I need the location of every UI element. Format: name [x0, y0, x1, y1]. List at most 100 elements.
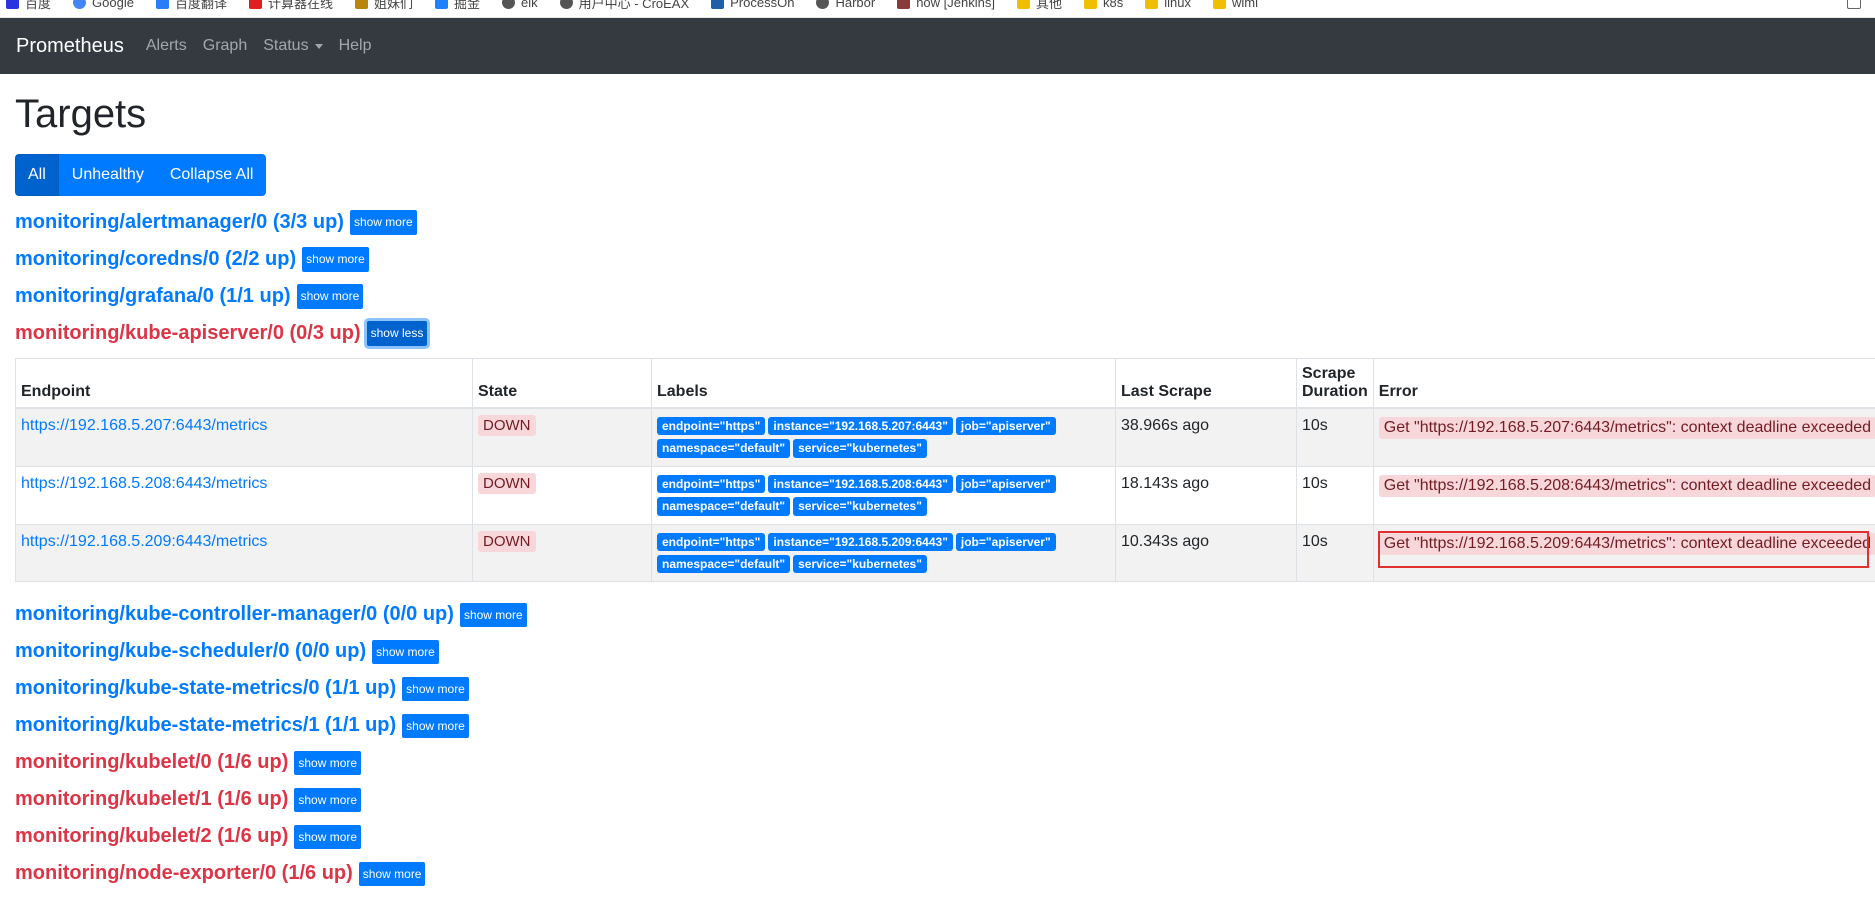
folder-icon — [1016, 0, 1030, 9]
page-title: Targets — [15, 92, 147, 136]
annotation-highlight-box — [1377, 530, 1869, 568]
show-more-button[interactable]: show more — [294, 787, 362, 813]
bookmark-folder[interactable]: k8s — [1083, 0, 1124, 10]
bookmark-item[interactable]: Google — [73, 0, 134, 10]
bookmark-label: 计算器在线 — [267, 0, 333, 11]
endpoint-link[interactable]: https://192.168.5.209:6443/metrics — [21, 533, 267, 550]
bookmark-item[interactable]: 掘金 — [434, 0, 480, 12]
last-scrape-cell: 10.343s ago — [1115, 523, 1297, 583]
nav-alerts[interactable]: Alerts — [146, 37, 187, 55]
bookmark-item[interactable]: 百度 — [6, 0, 51, 12]
bookmark-item[interactable]: 用户中心 - CroEAX — [559, 0, 689, 12]
col-scrape-duration: Scrape Duration — [1296, 358, 1374, 409]
show-more-button[interactable]: show more — [358, 861, 426, 887]
bookmark-item[interactable]: Harbor — [816, 0, 875, 10]
caret-down-icon — [314, 43, 323, 49]
job-title-link[interactable]: monitoring/alertmanager/0 (3/3 up) — [15, 211, 344, 234]
brand-link[interactable]: Prometheus — [16, 35, 124, 58]
job-header: monitoring/kubelet/2 (1/6 up) show more — [15, 818, 1860, 855]
label-badge: endpoint="https" — [657, 474, 766, 494]
col-labels: Labels — [651, 358, 1116, 409]
endpoint-link[interactable]: https://192.168.5.207:6443/metrics — [21, 417, 267, 434]
job-title-link[interactable]: monitoring/kube-apiserver/0 (0/3 up) — [15, 322, 361, 345]
state-badge: DOWN — [478, 530, 536, 552]
show-more-button[interactable]: show more — [294, 750, 362, 776]
job-title-link[interactable]: monitoring/node-exporter/0 (1/6 up) — [15, 862, 353, 885]
juejin-icon — [434, 0, 448, 9]
job-header: monitoring/kube-state-metrics/1 (1/1 up)… — [15, 707, 1860, 744]
job-title-link[interactable]: monitoring/kube-controller-manager/0 (0/… — [15, 603, 454, 626]
job-title-link[interactable]: monitoring/kube-scheduler/0 (0/0 up) — [15, 640, 366, 663]
bookmark-label: 姐妹们 — [373, 0, 413, 11]
filter-all-button[interactable]: All — [15, 154, 59, 196]
nav-status-label: Status — [263, 37, 309, 54]
job-header: monitoring/kube-controller-manager/0 (0/… — [15, 596, 1860, 633]
error-cell-highlighted: Get "https://192.168.5.209:6443/metrics"… — [1377, 530, 1875, 568]
scrape-duration-cell: 10s — [1296, 523, 1374, 583]
scrape-duration-cell: 10s — [1296, 465, 1374, 525]
show-more-button[interactable]: show more — [294, 824, 362, 850]
state-badge: DOWN — [478, 415, 536, 436]
endpoint-link[interactable]: https://192.168.5.208:6443/metrics — [21, 475, 267, 492]
bookmark-item[interactable]: 百度翻译 — [155, 0, 227, 12]
nav-status-dropdown[interactable]: Status — [263, 37, 323, 55]
job-title-link[interactable]: monitoring/grafana/0 (1/1 up) — [15, 285, 291, 308]
reading-list-icon[interactable] — [1847, 0, 1861, 9]
job-header: monitoring/kubelet/1 (1/6 up) show more — [15, 781, 1860, 818]
last-scrape-cell: 38.966s ago — [1115, 407, 1297, 467]
job-title-link[interactable]: monitoring/kubelet/0 (1/6 up) — [15, 751, 288, 774]
bookmark-label: 掘金 — [453, 0, 480, 11]
bookmark-folder[interactable]: wimi — [1212, 0, 1258, 10]
col-endpoint: Endpoint — [15, 358, 473, 409]
job-title-link[interactable]: monitoring/kube-state-metrics/0 (1/1 up) — [15, 677, 396, 700]
folder-icon — [1145, 0, 1159, 9]
show-more-button[interactable]: show more — [349, 210, 417, 235]
filter-unhealthy-button[interactable]: Unhealthy — [58, 154, 157, 196]
bookmark-folder[interactable]: 其他 — [1016, 0, 1062, 12]
bookmark-item[interactable]: elk — [502, 0, 538, 10]
show-more-button[interactable]: show more — [302, 247, 369, 272]
label-badge: instance="192.168.5.209:6443" — [768, 532, 953, 551]
label-badge: namespace="default" — [657, 439, 791, 458]
nav-help[interactable]: Help — [339, 37, 372, 55]
label-badge: job="apiserver" — [955, 417, 1056, 436]
job-title-link[interactable]: monitoring/kube-state-metrics/1 (1/1 up) — [15, 714, 396, 737]
nav-graph[interactable]: Graph — [203, 37, 247, 55]
globe-icon — [816, 0, 830, 9]
jenkins-icon — [897, 0, 911, 9]
show-more-button[interactable]: show more — [372, 639, 439, 665]
collapse-all-button[interactable]: Collapse All — [156, 154, 267, 196]
bookmark-label: Google — [92, 0, 134, 10]
bookmark-item[interactable]: 姐妹们 — [354, 0, 413, 12]
bookmarks-bar: 百度 Google 百度翻译 计算器在线 姐妹们 掘金 elk 用户中心 - C… — [0, 0, 1875, 18]
bookmark-label: ProcessOn — [730, 0, 795, 10]
bookmark-label: 其他 — [1035, 0, 1062, 11]
bookmark-item[interactable]: now [Jenkins] — [897, 0, 995, 10]
label-badge: job="apiserver" — [955, 532, 1056, 551]
show-more-button[interactable]: show more — [296, 284, 364, 309]
scrape-duration-cell: 10s — [1296, 407, 1374, 467]
show-less-button[interactable]: show less — [366, 321, 428, 346]
show-more-button[interactable]: show more — [459, 602, 527, 628]
bookmark-label: k8s — [1102, 0, 1124, 10]
bookmark-label: now [Jenkins] — [916, 0, 995, 10]
processon-icon — [711, 0, 725, 9]
targets-table-wrapper: Endpoint State Labels Last Scrape Scrape… — [15, 358, 1875, 583]
label-badge: endpoint="https" — [657, 532, 766, 551]
job-header: monitoring/alertmanager/0 (3/3 up) show … — [15, 204, 1860, 241]
label-badge: service="kubernetes" — [793, 497, 927, 516]
job-title-link[interactable]: monitoring/kubelet/2 (1/6 up) — [15, 825, 288, 848]
job-header: monitoring/kubelet/0 (1/6 up) show more — [15, 744, 1860, 781]
google-icon — [73, 0, 87, 9]
show-more-button[interactable]: show more — [402, 713, 469, 739]
show-more-button[interactable]: show more — [402, 676, 469, 702]
bookmark-item[interactable]: ProcessOn — [711, 0, 794, 10]
globe-icon — [502, 0, 515, 9]
job-title-link[interactable]: monitoring/coredns/0 (2/2 up) — [15, 248, 296, 271]
bookmark-folder[interactable]: linux — [1145, 0, 1191, 10]
job-title-link[interactable]: monitoring/kubelet/1 (1/6 up) — [15, 788, 288, 811]
col-error: Error — [1372, 358, 1875, 409]
job-header: monitoring/kube-apiserver/0 (0/3 up) sho… — [15, 315, 1860, 352]
bookmark-label: Harbor — [835, 0, 876, 10]
bookmark-item[interactable]: 计算器在线 — [248, 0, 333, 12]
